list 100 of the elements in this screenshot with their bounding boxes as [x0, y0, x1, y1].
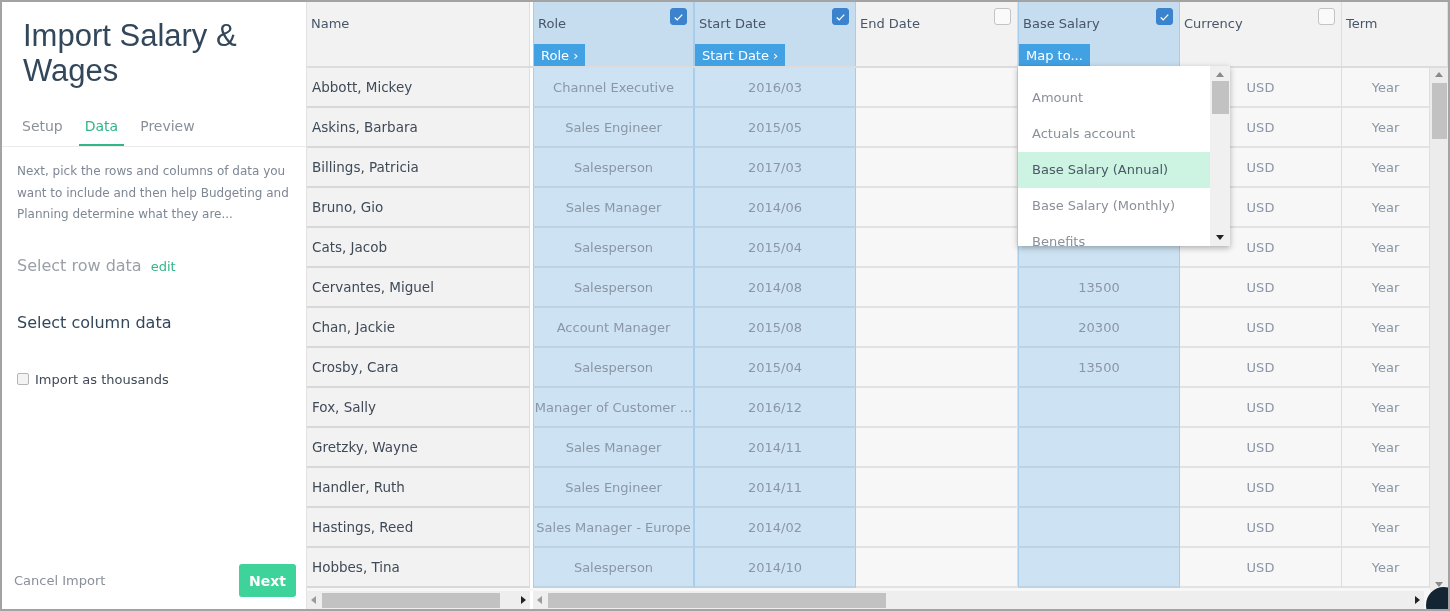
tab[interactable]: Data [78, 114, 125, 146]
table-cell: Handler, Ruth [307, 468, 530, 508]
edit-link[interactable]: edit [150, 258, 176, 274]
table-cell: Year [1342, 308, 1430, 348]
section-heading: Select column data [16, 311, 173, 332]
table-cell: Cats, Jacob [307, 228, 530, 268]
table-cell: Sales Manager [533, 428, 694, 468]
table-cell: Channel Executive [533, 68, 694, 108]
table-cell: USD [1180, 388, 1342, 428]
scrollbar-thumb[interactable] [1211, 81, 1229, 114]
table-cell: 2014/11 [694, 428, 856, 468]
table-cell: 2016/03 [694, 68, 856, 108]
table-cell: USD [1180, 468, 1342, 508]
table-cell: Year [1342, 188, 1430, 228]
table-cell: 2015/04 [694, 348, 856, 388]
checkbox-label: Import as thousands [35, 371, 169, 387]
column-title: Start Date [699, 15, 766, 31]
mapping-tag[interactable]: Start Date › [695, 44, 786, 66]
table-cell: USD [1180, 548, 1342, 588]
table-cell: Year [1342, 108, 1430, 148]
table-cell: USD [1180, 428, 1342, 468]
column-title: Currency [1184, 15, 1243, 31]
table-cell: Hobbes, Tina [307, 548, 530, 588]
dropdown-option[interactable]: Base Salary (Annual) [1018, 152, 1210, 188]
table-cell: Sales Manager - Europe [533, 508, 694, 548]
table-cell: Manager of Customer ... [533, 388, 694, 428]
table-cell: Year [1342, 468, 1430, 508]
table-cell: Sales Engineer [533, 468, 694, 508]
table-cell: Chan, Jackie [307, 308, 530, 348]
table-cell: Crosby, Cara [307, 348, 530, 388]
tab[interactable]: Preview [134, 114, 201, 146]
dialog-title: Import Salary & Wages [22, 17, 238, 88]
mapping-tag[interactable]: Role › [534, 44, 586, 66]
table-cell: Year [1342, 148, 1430, 188]
scrollbar-thumb[interactable] [322, 592, 500, 608]
scrollbar-thumb[interactable] [548, 592, 886, 608]
table-cell: 13500 [1018, 268, 1180, 308]
column-title: End Date [860, 15, 920, 31]
table-cell: 2014/11 [694, 468, 856, 508]
table-cell: Sales Engineer [533, 108, 694, 148]
scroll-up-icon[interactable] [1435, 72, 1443, 77]
scroll-left-icon[interactable] [311, 596, 316, 604]
table-cell: Year [1342, 348, 1430, 388]
horizontal-scrollbar[interactable] [307, 591, 530, 609]
table-cell: USD [1180, 348, 1342, 388]
mapping-tag[interactable]: Map to... [1019, 44, 1090, 66]
checkbox[interactable] [1156, 8, 1173, 25]
table-cell: Account Manager [533, 308, 694, 348]
horizontal-scrollbar[interactable] [533, 591, 1424, 609]
table-cell: Year [1342, 428, 1430, 468]
column-title: Base Salary [1023, 15, 1100, 31]
table-cell: Salesperson [533, 148, 694, 188]
table-cell: Bruno, Gio [307, 188, 530, 228]
scroll-right-icon[interactable] [1415, 596, 1420, 604]
table-cell: Year [1342, 228, 1430, 268]
table-cell: 20300 [1018, 308, 1180, 348]
table-cell: 2015/04 [694, 228, 856, 268]
table-cell: Billings, Patricia [307, 148, 530, 188]
table-cell: Hastings, Reed [307, 508, 530, 548]
vertical-scrollbar[interactable] [1430, 68, 1448, 591]
table-cell: 2016/12 [694, 388, 856, 428]
checkbox[interactable] [670, 8, 687, 25]
table-cell: Fox, Sally [307, 388, 530, 428]
table-cell: Askins, Barbara [307, 108, 530, 148]
table-cell: Salesperson [533, 348, 694, 388]
table-cell: Sales Manager [533, 188, 694, 228]
description-text: Next, pick the rows and columns of data you want to include and then help Budgeting and Planning determine what they are... [16, 163, 290, 223]
column-title: Role [538, 15, 566, 31]
checkbox[interactable] [17, 373, 29, 385]
table-cell: USD [1180, 508, 1342, 548]
table-cell: Year [1342, 68, 1430, 108]
table-cell: 2014/02 [694, 508, 856, 548]
scrollbar-thumb[interactable] [1431, 83, 1447, 139]
table-cell: Year [1342, 508, 1430, 548]
table-cell: Year [1342, 268, 1430, 308]
table-cell: Salesperson [533, 548, 694, 588]
table-cell: Gretzky, Wayne [307, 428, 530, 468]
tab[interactable]: Setup [16, 114, 69, 146]
scroll-left-icon[interactable] [537, 596, 542, 604]
table-cell: 13500 [1018, 348, 1180, 388]
checkbox[interactable] [832, 8, 849, 25]
cancel-import-link[interactable]: Cancel Import [14, 573, 106, 588]
table-cell: 2015/08 [694, 308, 856, 348]
table-cell: Cervantes, Miguel [307, 268, 530, 308]
table-cell: Year [1342, 548, 1430, 588]
checkbox[interactable] [994, 8, 1011, 25]
scroll-down-icon[interactable] [1216, 235, 1224, 240]
table-cell: 2017/03 [694, 148, 856, 188]
vertical-scrollbar[interactable] [1210, 66, 1230, 246]
table-cell: 2015/05 [694, 108, 856, 148]
next-button[interactable]: Next [239, 564, 296, 597]
table-cell: Salesperson [533, 268, 694, 308]
table-cell: Salesperson [533, 228, 694, 268]
table-cell: USD [1180, 268, 1342, 308]
checkbox[interactable] [1318, 8, 1335, 25]
table-cell: Year [1342, 388, 1430, 428]
table-cell: Abbott, Mickey [307, 68, 530, 108]
table-cell: 2014/10 [694, 548, 856, 588]
table-cell: 2014/06 [694, 188, 856, 228]
column-title: Name [311, 15, 350, 31]
